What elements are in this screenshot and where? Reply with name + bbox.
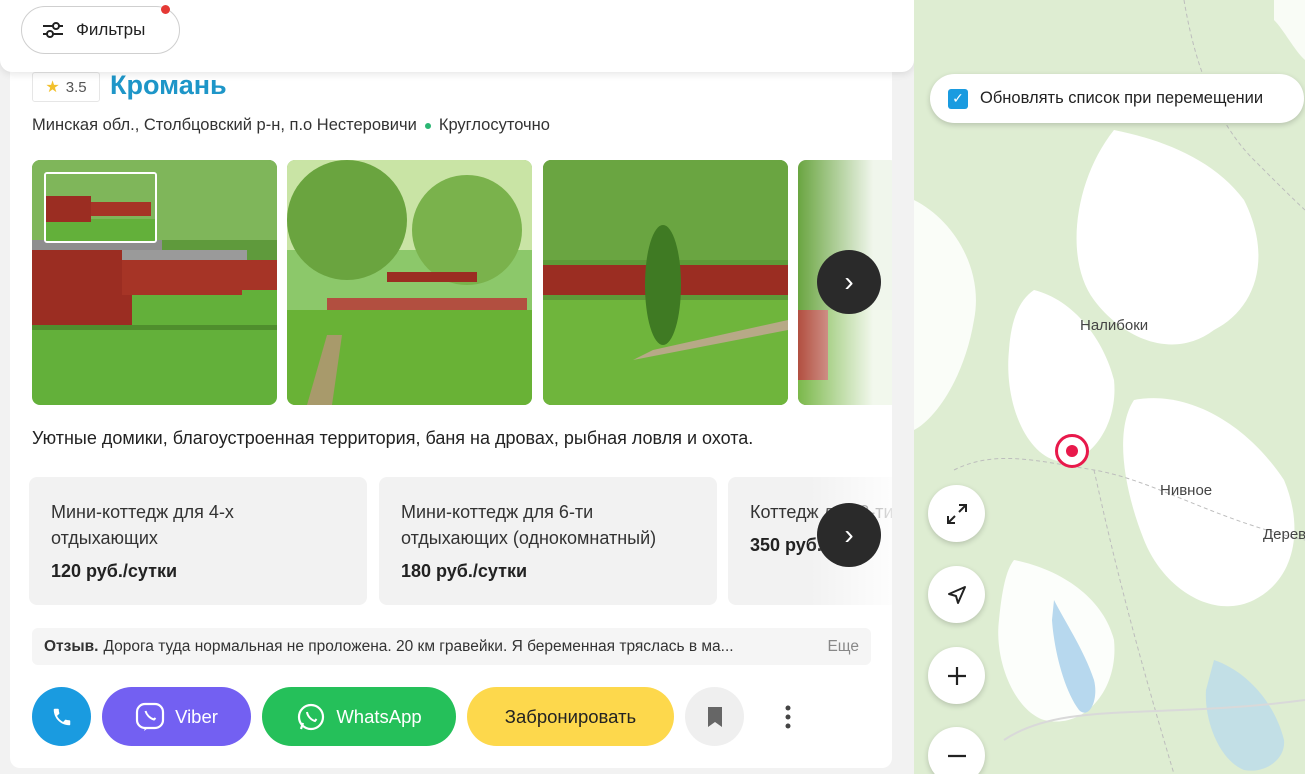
gallery-next-button[interactable]: › — [817, 250, 881, 314]
book-label: Забронировать — [504, 705, 637, 727]
whatsapp-icon — [298, 703, 325, 730]
update-on-move-label: Обновлять список при перемещении — [980, 89, 1264, 107]
whatsapp-button[interactable]: WhatsApp — [262, 687, 456, 746]
offers-next-button[interactable]: › — [817, 503, 881, 567]
offer-price: 180 руб./сутки — [401, 561, 528, 581]
gallery-photo[interactable] — [32, 160, 277, 405]
map-view[interactable]: ✓ Обновлять список при перемещении Налиб… — [914, 0, 1305, 774]
map-place-label: Нивное — [1160, 482, 1213, 499]
open-status-dot — [424, 122, 431, 129]
marker-dot — [1066, 445, 1078, 457]
gallery-photo[interactable] — [543, 160, 788, 405]
filters-active-dot — [161, 5, 170, 14]
review-snippet[interactable]: Отзыв. Дорога туда нормальная не проложе… — [32, 628, 871, 665]
offer-price: 120 руб./сутки — [51, 561, 178, 581]
offer-name: Мини-коттедж для 6-ти отдыхающих (одноко… — [401, 502, 657, 548]
offer-name: Мини-коттедж для 4-х отдыхающих — [51, 502, 234, 548]
book-button[interactable]: Забронировать — [467, 687, 674, 746]
offers-carousel: Мини-коттедж для 4-х отдыхающих 120 руб.… — [29, 477, 892, 607]
review-label: Отзыв. — [44, 637, 99, 655]
filters-button[interactable]: Фильтры — [21, 5, 180, 54]
bookmark-button[interactable] — [685, 687, 744, 746]
viber-button[interactable]: Viber — [102, 687, 251, 746]
star-icon: ★ — [45, 79, 60, 96]
update-on-move-toggle[interactable]: ✓ Обновлять список при перемещении — [930, 74, 1304, 123]
rating-badge: ★ 3.5 — [32, 72, 100, 102]
top-bar: Фильтры — [0, 0, 914, 72]
address-text: Минская обл., Столбцовский р-н, п.о Нест… — [32, 116, 417, 134]
chevron-right-icon: › — [844, 519, 854, 550]
viber-label: Viber — [175, 705, 218, 727]
chevron-right-icon: › — [844, 266, 854, 297]
expand-icon — [946, 503, 967, 524]
fullscreen-button[interactable] — [928, 485, 985, 542]
whatsapp-label: WhatsApp — [336, 705, 422, 727]
photo-gallery: › — [32, 160, 892, 405]
listing-title[interactable]: Кромань — [110, 70, 227, 101]
listing-description: Уютные домики, благоустроенная территори… — [32, 428, 754, 448]
rating-value: 3.5 — [65, 78, 87, 96]
listing-panel: Фильтры ★ 3.5 Кромань Минская обл., Стол… — [0, 0, 914, 774]
more-options-button[interactable] — [768, 687, 808, 746]
my-location-button[interactable] — [928, 566, 985, 623]
viber-icon — [135, 702, 165, 731]
zoom-in-button[interactable] — [928, 647, 985, 704]
review-more-link[interactable]: Еще — [827, 638, 859, 656]
filters-icon — [43, 22, 63, 38]
location-marker[interactable] — [1055, 434, 1089, 468]
minus-icon — [947, 754, 966, 757]
navigation-arrow-icon — [947, 585, 966, 604]
call-button[interactable] — [32, 687, 91, 746]
photo-thumbnail[interactable] — [44, 172, 157, 243]
plus-icon — [947, 666, 966, 685]
address-line: Минская обл., Столбцовский р-н, п.о Нест… — [32, 116, 550, 135]
more-vertical-icon — [785, 705, 791, 728]
review-text: Дорога туда нормальная не проложена. 20 … — [103, 637, 734, 655]
bookmark-icon — [707, 706, 722, 727]
map-place-label: Дерев — [1263, 526, 1305, 543]
listing-card[interactable]: ★ 3.5 Кромань Минская обл., Столбцовский… — [10, 56, 892, 768]
offer-card[interactable]: Мини-коттедж для 6-ти отдыхающих (одноко… — [379, 477, 717, 605]
offer-card[interactable]: Мини-коттедж для 4-х отдыхающих 120 руб.… — [29, 477, 367, 605]
check-icon[interactable]: ✓ — [948, 88, 968, 109]
map-place-label: Налибоки — [1080, 317, 1149, 334]
action-bar: Viber WhatsApp Забронировать — [32, 687, 892, 747]
gallery-photo[interactable] — [287, 160, 532, 405]
phone-icon — [53, 708, 70, 725]
opening-hours: Круглосуточно — [438, 116, 550, 134]
filters-label: Фильтры — [76, 20, 146, 39]
